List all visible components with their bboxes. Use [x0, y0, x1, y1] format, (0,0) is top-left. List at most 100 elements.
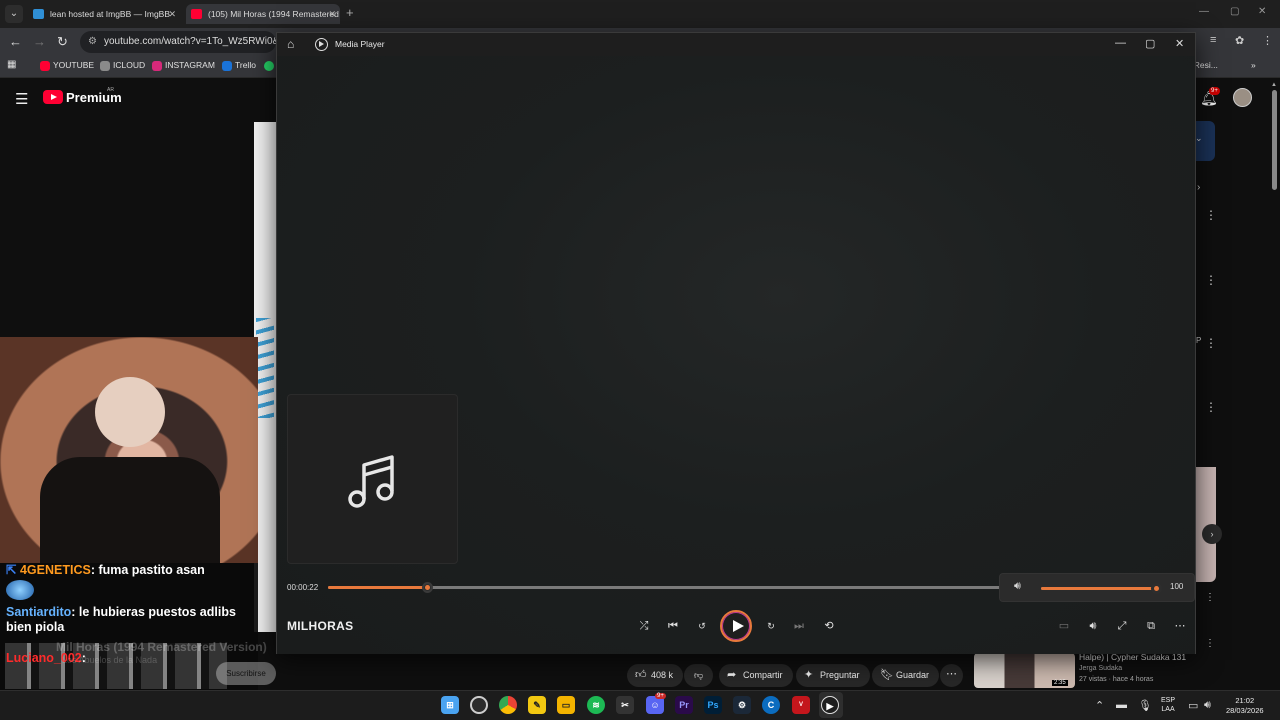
repeat-off-icon[interactable]: ⟲	[820, 617, 838, 635]
rewind-10-icon[interactable]: ↺	[693, 617, 711, 635]
capcut-icon[interactable]: ✂	[616, 696, 634, 714]
chevron-right-icon[interactable]: ›	[1197, 182, 1200, 193]
discord-badge: 9+	[655, 693, 666, 699]
webcam-overlay	[0, 337, 258, 563]
clock[interactable]: 21:02 28/03/2026	[1226, 696, 1264, 716]
next-arrow-button[interactable]: ›	[1202, 524, 1222, 544]
seek-handle[interactable]	[421, 582, 433, 593]
mini-player-icon[interactable]: ⧉	[1142, 617, 1160, 635]
volume-tray-icon[interactable]: 🔊︎	[1204, 699, 1211, 712]
steam-icon[interactable]: ⚙	[733, 696, 751, 714]
bookmark-trello[interactable]: Trello	[222, 60, 256, 71]
home-icon[interactable]: ⌂	[287, 37, 294, 51]
play-button[interactable]	[720, 610, 752, 642]
speaker-icon[interactable]: 🔊︎	[1014, 580, 1021, 593]
url-text: youtube.com/watch?v=1To_Wz5RWi0&lis	[104, 36, 276, 47]
voicemeeter-icon[interactable]: V	[792, 696, 810, 714]
more-options-icon[interactable]: ⋮	[1205, 400, 1217, 414]
volume-handle[interactable]	[1151, 583, 1162, 594]
new-tab-button[interactable]: +	[346, 5, 354, 20]
sticky-notes-icon[interactable]: ✎	[528, 696, 546, 714]
more-bookmarks-icon[interactable]: »	[1251, 60, 1256, 70]
app-icon[interactable]	[470, 696, 488, 714]
tray-chevron-icon[interactable]: ⌃	[1095, 699, 1104, 712]
subscribe-button[interactable]: Suscribirse	[216, 662, 276, 685]
tab-search-button[interactable]: ⌄	[5, 5, 23, 23]
page-scrollbar[interactable]	[1272, 90, 1277, 190]
youtube-favicon-icon	[191, 9, 202, 19]
stream-chat: ⇱ 4GENETICS: fuma pastito asan Santiardi…	[0, 563, 276, 690]
like-button[interactable]: 👍︎ 408 k	[627, 664, 684, 687]
music-note-icon	[348, 455, 394, 508]
minimize-icon[interactable]: —	[1199, 6, 1209, 17]
media-player-taskbar-icon[interactable]: ▶	[821, 696, 839, 714]
bookmark-icloud[interactable]: ICLOUD	[100, 60, 145, 71]
bookmark-youtube[interactable]: YOUTUBE	[40, 60, 94, 71]
fullscreen-icon[interactable]: ⤢	[1113, 617, 1131, 635]
address-bar[interactable]: ⚙ youtube.com/watch?v=1To_Wz5RWi0&lis	[80, 31, 276, 53]
bookmark-instagram[interactable]: INSTAGRAM	[152, 60, 215, 71]
thumbs-down-icon: 👎︎	[694, 670, 704, 680]
network-icon[interactable]: ▭	[1188, 699, 1198, 712]
volume-icon[interactable]: 🔊︎	[1084, 617, 1102, 635]
more-options-icon[interactable]: ⋮	[1205, 638, 1215, 649]
extension-icon[interactable]: ✿	[1235, 34, 1244, 47]
close-tab-icon[interactable]: ✕	[168, 4, 176, 24]
close-tab-icon[interactable]: ✕	[328, 4, 336, 24]
more-actions-button[interactable]: ⋯	[940, 664, 963, 687]
microphone-icon[interactable]: 🎙︎	[1138, 699, 1152, 712]
chrome-icon[interactable]	[499, 696, 517, 714]
start-icon[interactable]: ⊞	[441, 696, 459, 714]
recommended-channel[interactable]: Jerga Sudaka	[1079, 665, 1122, 672]
save-button[interactable]: 🔖︎ Guardar	[872, 664, 940, 687]
reading-list-icon[interactable]: ≡	[1210, 34, 1216, 46]
volume-slider[interactable]	[1041, 583, 1162, 594]
forward-icon[interactable]: →	[33, 34, 46, 49]
tray-app-icon[interactable]: ▬	[1116, 699, 1127, 711]
next-icon[interactable]: ⏭︎	[790, 617, 808, 635]
browser-menu-icon[interactable]: ⋮	[1262, 34, 1273, 47]
ask-button[interactable]: ✦ Preguntar	[796, 664, 870, 687]
chevron-down-icon[interactable]: ⌄	[1195, 133, 1203, 144]
back-icon[interactable]: ←	[9, 34, 22, 49]
site-info-icon[interactable]: ⚙	[88, 31, 97, 53]
video-duration: 2:35	[1052, 680, 1068, 686]
photoshop-icon[interactable]: Ps	[704, 696, 722, 714]
hamburger-menu-icon[interactable]: ☰	[15, 90, 28, 108]
file-explorer-icon[interactable]: ▭	[557, 696, 575, 714]
close-icon[interactable]: ✕	[1258, 6, 1266, 17]
premiere-icon[interactable]: Pr	[675, 696, 693, 714]
scroll-up-icon[interactable]: ▲	[1271, 82, 1277, 88]
browser-tab-strip: ⌄ lean hosted at ImgBB — ImgBB ✕ (105) M…	[0, 0, 1280, 28]
reload-icon[interactable]: ↻	[57, 34, 68, 50]
dislike-button[interactable]: 👎︎	[684, 664, 714, 687]
youtube-logo-icon[interactable]	[43, 90, 63, 104]
more-options-icon[interactable]: ⋮	[1205, 592, 1215, 603]
share-button[interactable]: ➦ Compartir	[719, 664, 793, 687]
track-title: MILHORAS	[287, 619, 354, 633]
spotify-icon[interactable]: ≋	[587, 696, 605, 714]
volume-level	[1041, 587, 1156, 590]
maximize-icon[interactable]: ▢	[1145, 37, 1155, 50]
webcam-person-head	[95, 377, 165, 447]
close-icon[interactable]: ✕	[1175, 37, 1184, 50]
tab-imgbb[interactable]: lean hosted at ImgBB — ImgBB ✕	[28, 4, 180, 24]
youtube-icon	[40, 61, 50, 71]
avatar[interactable]	[1233, 88, 1252, 107]
maximize-icon[interactable]: ▢	[1230, 6, 1239, 17]
input-language[interactable]: ESP LAA	[1161, 696, 1175, 714]
more-options-icon[interactable]: ⋮	[1205, 336, 1217, 350]
more-options-icon[interactable]: ⋯	[1171, 617, 1189, 635]
forward-30-icon[interactable]: ↻	[762, 617, 780, 635]
previous-icon[interactable]: ⏮︎	[664, 617, 682, 635]
captions-icon[interactable]: ▭	[1055, 617, 1073, 635]
seek-bar[interactable]	[328, 582, 1008, 593]
minimize-icon[interactable]: —	[1115, 37, 1126, 49]
more-options-icon[interactable]: ⋮	[1205, 208, 1217, 222]
tab-youtube[interactable]: (105) Mil Horas (1994 Remastered ✕	[186, 4, 340, 24]
badge-icon: ⇱	[6, 563, 17, 577]
more-options-icon[interactable]: ⋮	[1205, 273, 1217, 287]
shuffle-icon[interactable]: ⤮	[635, 617, 653, 635]
edge-icon[interactable]: C	[762, 696, 780, 714]
apps-grid-icon[interactable]: ▦	[7, 59, 16, 70]
